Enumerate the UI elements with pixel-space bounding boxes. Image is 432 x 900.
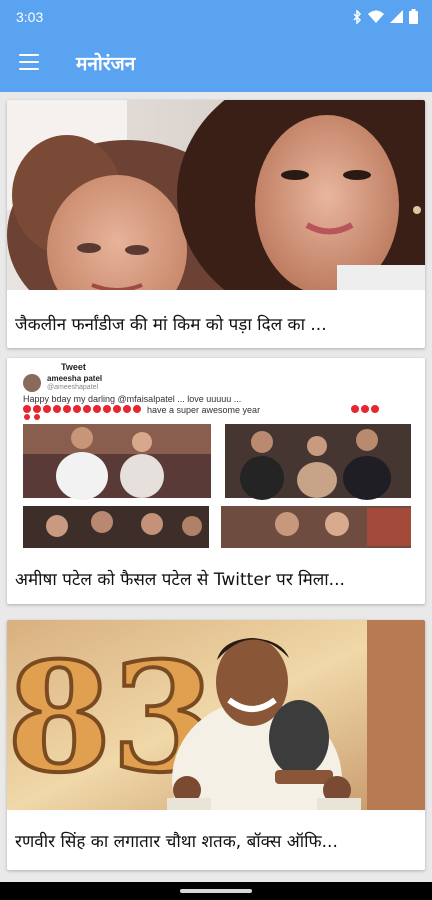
article-image: 83: [7, 620, 425, 810]
news-feed[interactable]: जैकलीन फर्नांडीज की मां किम को पड़ा दिल …: [0, 92, 432, 882]
hamburger-menu-icon[interactable]: [19, 54, 39, 70]
bluetooth-icon: [353, 9, 362, 24]
status-bar: 3:03: [0, 0, 432, 34]
article-title[interactable]: जैकलीन फर्नांडीज की मां किम को पड़ा दिल …: [15, 312, 419, 335]
app-bar: मनोरंजन: [0, 34, 432, 92]
wifi-icon: [368, 10, 384, 23]
news-card[interactable]: 83 रणवीर सिंह का लगातार चौथा शतक, बॉक्स …: [7, 620, 425, 870]
signal-icon: [390, 9, 403, 23]
status-icons: [352, 9, 418, 24]
battery-icon: [409, 9, 418, 24]
article-title[interactable]: अमीषा पटेल को फैसल पटेल से Twitter पर मि…: [15, 567, 419, 590]
news-card[interactable]: जैकलीन फर्नांडीज की मां किम को पड़ा दिल …: [7, 100, 425, 348]
news-card[interactable]: Tweet ameesha patel @ameeshapatel Happy …: [7, 358, 425, 604]
article-title[interactable]: रणवीर सिंह का लगातार चौथा शतक, बॉक्स ऑफि…: [15, 829, 419, 852]
status-time: 3:03: [16, 9, 44, 25]
article-image: Tweet ameesha patel @ameeshapatel Happy …: [7, 358, 425, 550]
system-nav-bar: [0, 882, 432, 900]
article-image: [7, 100, 425, 290]
home-gesture-handle[interactable]: [180, 889, 252, 893]
page-title: मनोरंजन: [76, 53, 136, 75]
